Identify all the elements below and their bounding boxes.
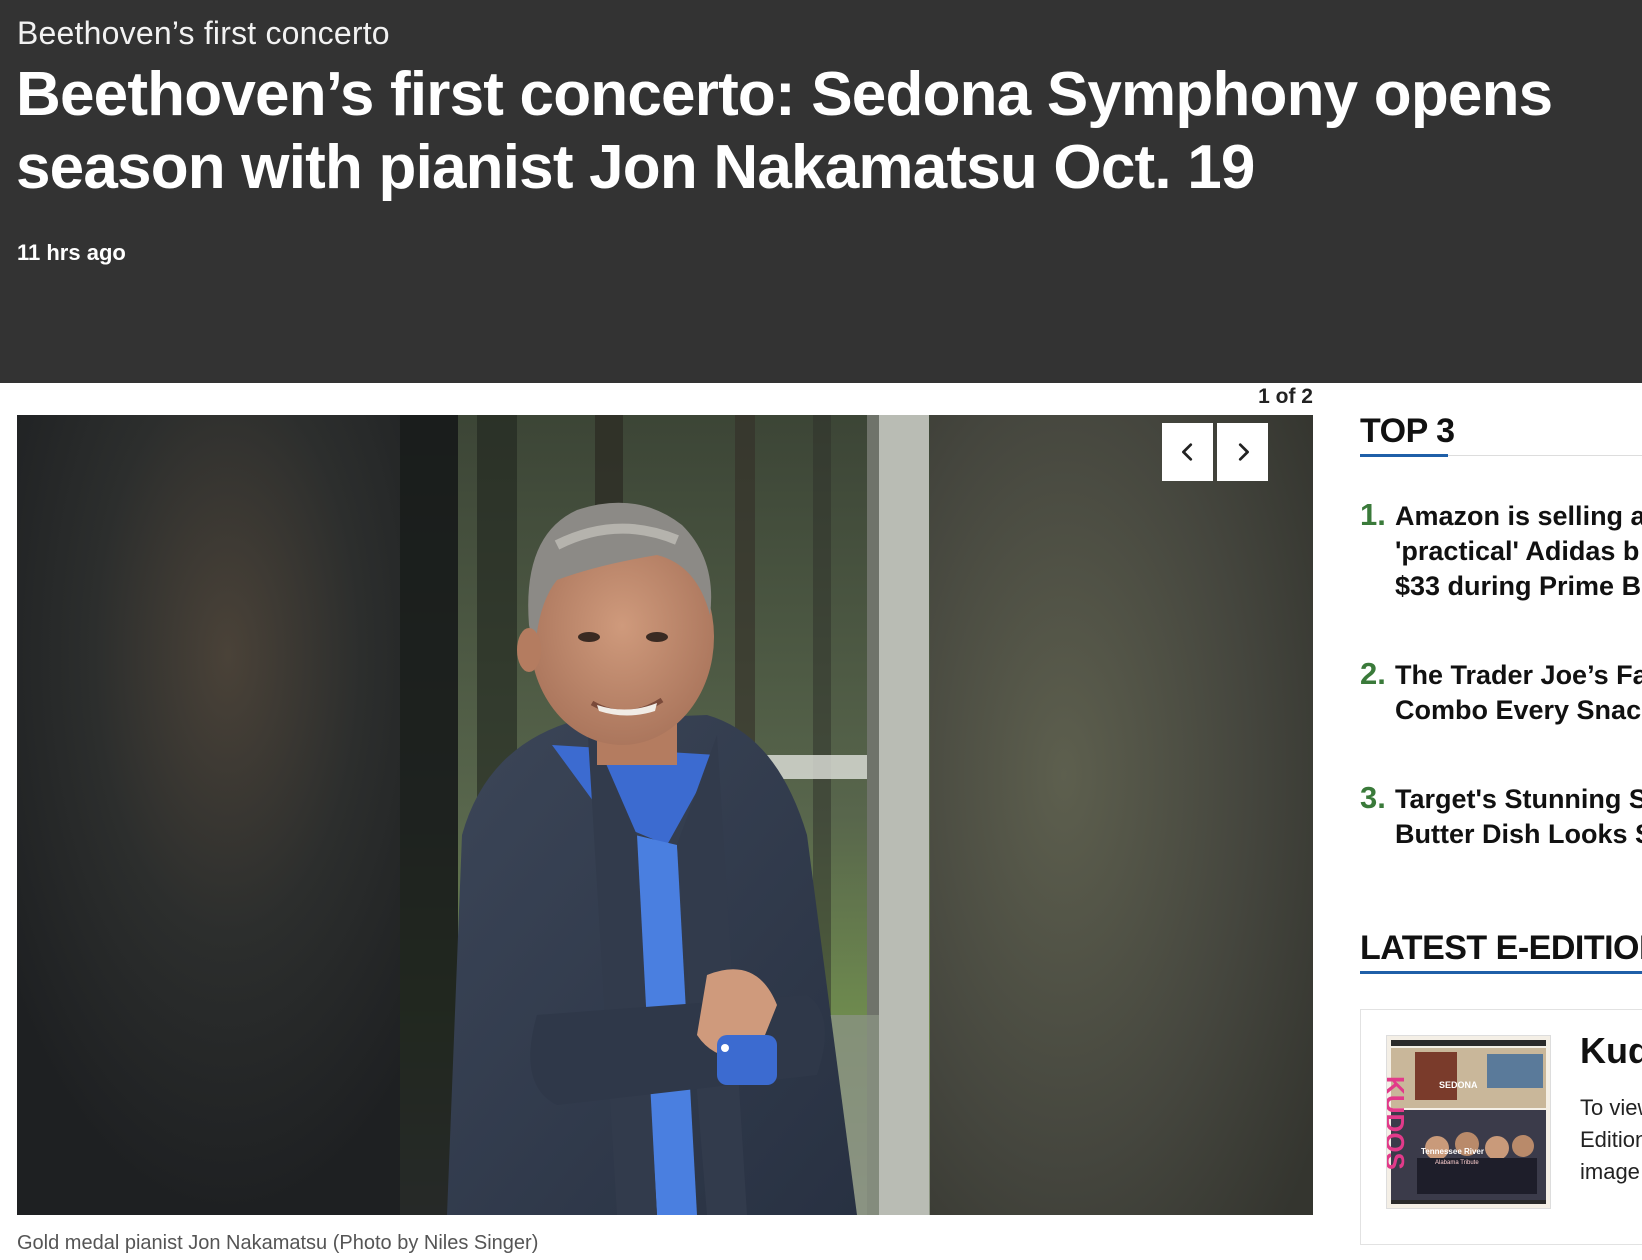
top3-rank: 3. (1360, 780, 1386, 815)
cover-headline: Tennessee River (1421, 1147, 1484, 1156)
cover-subhead: Alabama Tribute (1435, 1160, 1479, 1166)
top3-heading-underline (1360, 454, 1448, 457)
top3-item-2[interactable]: 2. The Trader Joe’s Fal Combo Every Snac… (1360, 656, 1642, 731)
top3-rank: 2. (1360, 656, 1386, 691)
top3-heading-rule (1448, 455, 1642, 456)
article-photo[interactable] (17, 415, 1313, 1215)
top3-heading: TOP 3 (1360, 412, 1455, 450)
eedition-description: To view Edition image (1580, 1095, 1642, 1184)
eedition-title[interactable]: Kud (1580, 1030, 1642, 1072)
eedition-heading: LATEST E-EDITION (1360, 929, 1642, 967)
eedition-cover-image: SEDONA Tennessee River Alabama Tribute K… (1387, 1036, 1550, 1208)
article-header: Beethoven’s first concerto Beethoven’s f… (0, 0, 1642, 383)
eedition-heading-underline (1360, 971, 1642, 974)
top3-item-3[interactable]: 3. Target's Stunning S Butter Dish Looks… (1360, 780, 1642, 855)
cover-letters: KUDOS (1387, 1076, 1410, 1170)
article-timestamp: 11 hrs ago (17, 240, 126, 265)
eedition-card[interactable]: SEDONA Tennessee River Alabama Tribute K… (1360, 1009, 1642, 1245)
headline-line-2: season with pianist Jon Nakamatsu Oct. 1… (16, 133, 1255, 202)
article-kicker[interactable]: Beethoven’s first concerto (17, 15, 390, 52)
top3-link[interactable]: The Trader Joe’s Fal Combo Every Snack (1395, 658, 1642, 728)
eedition-cover[interactable]: SEDONA Tennessee River Alabama Tribute K… (1386, 1035, 1551, 1209)
photo-caption: Gold medal pianist Jon Nakamatsu (Photo … (17, 1232, 539, 1254)
headline-line-1: Beethoven’s first concerto: Sedona Symph… (16, 60, 1553, 129)
top3-item-1[interactable]: 1. Amazon is selling a 'practical' Adida… (1360, 497, 1642, 607)
top3-link[interactable]: Target's Stunning S Butter Dish Looks S (1395, 782, 1642, 852)
gallery-counter: 1 of 2 (1258, 385, 1313, 408)
chevron-left-icon (1181, 443, 1192, 461)
pianist-portrait-image (17, 415, 1313, 1215)
gallery-prev-button[interactable] (1162, 423, 1213, 481)
gallery-next-button[interactable] (1217, 423, 1268, 481)
top3-rank: 1. (1360, 497, 1386, 532)
chevron-right-icon (1238, 443, 1249, 461)
article-headline: Beethoven’s first concerto: Sedona Symph… (16, 58, 1642, 204)
cover-masthead: SEDONA (1439, 1080, 1478, 1090)
top3-link[interactable]: Amazon is selling a 'practical' Adidas b… (1395, 499, 1642, 604)
